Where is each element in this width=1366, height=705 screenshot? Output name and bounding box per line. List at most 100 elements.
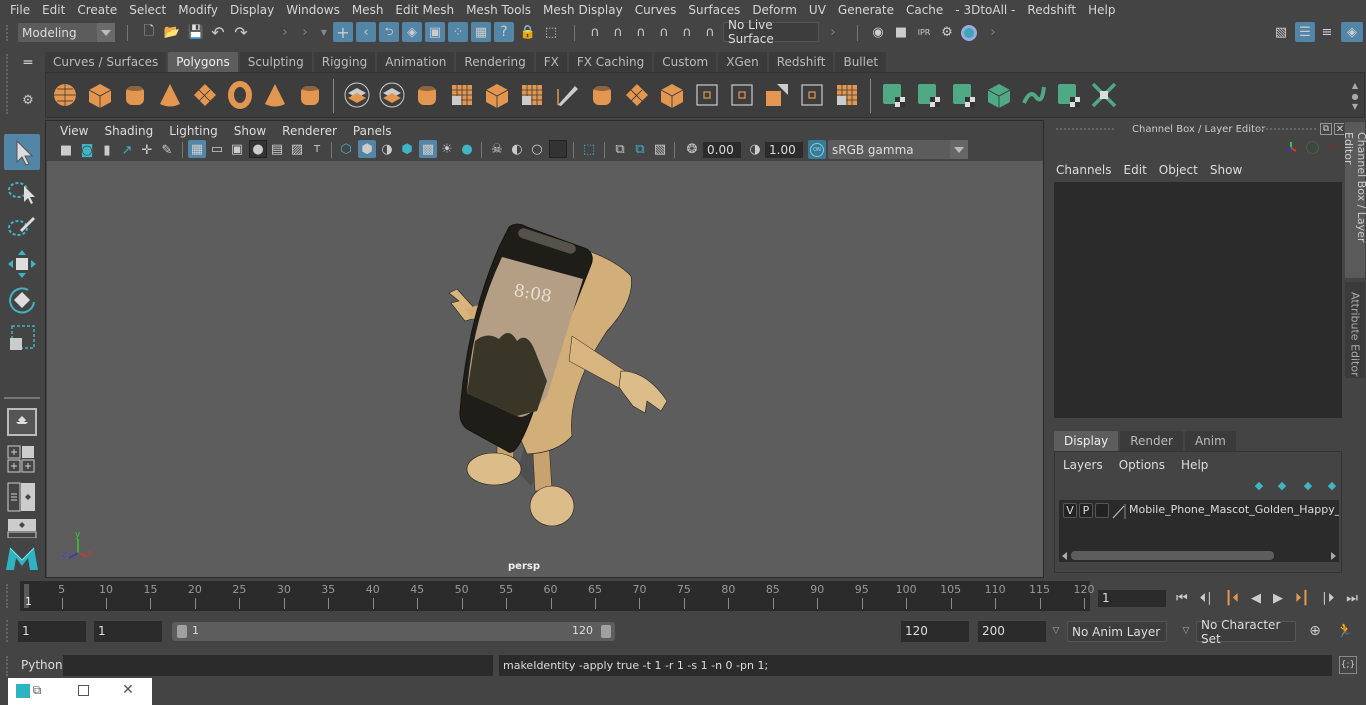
maximize-icon[interactable]: [78, 685, 89, 696]
layer-tab-display[interactable]: Display: [1054, 431, 1119, 451]
poly-cube-icon[interactable]: [86, 81, 114, 109]
poly-pyramid-icon[interactable]: [261, 81, 289, 109]
menu-modify[interactable]: Modify: [172, 3, 224, 17]
step-back-key-icon[interactable]: ┃⏴: [1225, 591, 1239, 606]
menu-select[interactable]: Select: [123, 3, 172, 17]
collapse-arrow-icon[interactable]: ›: [828, 23, 838, 42]
default-material-icon[interactable]: ◑: [379, 141, 395, 157]
step-back-frame-icon[interactable]: ⏴∣: [1200, 591, 1213, 606]
render-settings-icon[interactable]: ⚙: [938, 23, 956, 42]
menu-deform[interactable]: Deform: [746, 3, 803, 17]
unfold-uv-icon[interactable]: [1090, 81, 1118, 109]
reduce-icon[interactable]: [518, 81, 546, 109]
channel-box-menu-object[interactable]: Object: [1159, 163, 1210, 177]
field-chart-icon[interactable]: ▤: [269, 141, 285, 157]
outliner-persp-layout-button[interactable]: [7, 482, 37, 512]
snap-live-icon[interactable]: ⁘: [448, 22, 468, 42]
scroll-up-icon[interactable]: ▲: [1352, 81, 1358, 90]
collapse-arrow-icon[interactable]: ›: [280, 23, 290, 42]
go-to-start-icon[interactable]: ⏮: [1176, 591, 1188, 606]
play-forwards-icon[interactable]: ▶: [1273, 591, 1283, 606]
channel-box-toggle-icon[interactable]: ◈: [1341, 22, 1363, 42]
cylindrical-mapping-icon[interactable]: [915, 81, 943, 109]
menu-display[interactable]: Display: [224, 3, 280, 17]
tool-settings-toggle-icon[interactable]: ≡: [1318, 23, 1336, 42]
poly-sphere-icon[interactable]: [51, 81, 79, 109]
uv-editor-icon[interactable]: [1020, 81, 1048, 109]
character-set-dropdown-arrow-icon[interactable]: ▽: [1180, 624, 1192, 638]
live-surface-field[interactable]: No Live Surface: [723, 18, 819, 46]
move-tool[interactable]: [4, 246, 40, 282]
separate-icon[interactable]: [378, 81, 406, 109]
layer-visibility-toggle[interactable]: V: [1063, 503, 1077, 518]
hide-attributes-icon[interactable]: ↗: [1324, 140, 1338, 155]
spherical-mapping-icon[interactable]: [950, 81, 978, 109]
layer-menu-help[interactable]: Help: [1181, 458, 1224, 472]
step-forward-frame-icon[interactable]: ∣⏵: [1321, 591, 1334, 606]
textured-icon[interactable]: ▩: [419, 140, 437, 158]
safe-action-icon[interactable]: ▨: [289, 141, 305, 157]
layer-color-icon[interactable]: [1112, 503, 1126, 519]
range-slider[interactable]: 1 120: [172, 622, 615, 641]
merge-to-center-icon[interactable]: [833, 81, 861, 109]
shelf-tab-redshift[interactable]: Redshift: [768, 52, 835, 72]
manipulator-axis-icon[interactable]: [1284, 140, 1298, 154]
script-language-toggle[interactable]: Python: [21, 658, 63, 672]
script-editor-icon[interactable]: {;}: [1339, 656, 1357, 674]
poly-cylinder-icon[interactable]: [121, 81, 149, 109]
shelf-tab-curves-surfaces[interactable]: Curves / Surfaces: [45, 52, 168, 72]
collapse-arrow-icon[interactable]: ›: [988, 23, 998, 42]
screen-space-ao-icon[interactable]: ☠: [489, 141, 505, 157]
menu-create[interactable]: Create: [71, 3, 123, 17]
new-layer-from-selection-icon[interactable]: ◆: [1324, 478, 1340, 492]
undo-icon[interactable]: ↶: [209, 23, 227, 42]
drag-handle[interactable]: [1258, 128, 1316, 130]
xray-components-icon[interactable]: ▧: [652, 141, 668, 157]
shelf-menu-icon[interactable]: ═: [20, 55, 36, 71]
rotate-tool[interactable]: [4, 282, 40, 318]
mirror-icon[interactable]: [413, 81, 441, 109]
append-to-polygon-icon[interactable]: [728, 81, 756, 109]
grease-pencil-icon[interactable]: ✎: [159, 142, 175, 158]
exposure-field[interactable]: 0.00: [703, 142, 741, 158]
bookmark-icon[interactable]: ▮: [99, 142, 115, 158]
current-frame-field[interactable]: 1: [1098, 590, 1166, 607]
lasso-tool[interactable]: [4, 174, 40, 210]
poly-plane-icon[interactable]: [191, 81, 219, 109]
select-by-component-icon[interactable]: ‹: [356, 22, 376, 42]
isolate-select-icon[interactable]: ⬚: [581, 141, 597, 157]
planar-mapping-icon[interactable]: [880, 81, 908, 109]
shelf-settings-gear-icon[interactable]: ⚙: [20, 92, 36, 108]
single-perspective-layout-button[interactable]: [7, 408, 37, 436]
layer-menu-options[interactable]: Options: [1119, 458, 1181, 472]
hypershade-icon[interactable]: [961, 25, 977, 41]
magnet-snap-surface-icon[interactable]: ∩: [678, 23, 696, 42]
dropdown-arrow-icon[interactable]: ▼: [320, 23, 328, 42]
playback-end-field[interactable]: 120: [901, 621, 969, 642]
shelf-tab-custom[interactable]: Custom: [654, 52, 718, 72]
camera-attributes-icon[interactable]: ◙: [79, 142, 95, 158]
menu-mesh[interactable]: Mesh: [346, 3, 390, 17]
shelf-tab-fx-caching[interactable]: FX Caching: [568, 52, 654, 72]
command-input[interactable]: [63, 655, 493, 676]
render-sequence-icon[interactable]: ■: [892, 23, 910, 42]
automatic-mapping-icon[interactable]: [985, 81, 1013, 109]
xray-icon[interactable]: ⧉: [612, 141, 628, 157]
insert-edge-loop-icon[interactable]: [693, 81, 721, 109]
playback-start-field[interactable]: 1: [94, 621, 162, 642]
menu-edit[interactable]: Edit: [36, 3, 71, 17]
scroll-left-icon[interactable]: [1062, 552, 1067, 560]
anti-aliasing-icon[interactable]: ○: [529, 141, 545, 157]
shelf-tab-animation[interactable]: Animation: [377, 52, 456, 72]
auto-key-icon[interactable]: ⊕: [1306, 622, 1324, 640]
redo-icon[interactable]: ↷: [232, 23, 250, 42]
menu-windows[interactable]: Windows: [280, 3, 346, 17]
magnet-snap-grid-icon[interactable]: ∩: [586, 23, 604, 42]
bevel-icon[interactable]: [658, 81, 686, 109]
shelf-tab-fx[interactable]: FX: [535, 52, 568, 72]
image-plane-icon[interactable]: ↗: [119, 142, 135, 158]
restore-icon[interactable]: ⧉: [30, 683, 44, 697]
layer-name[interactable]: Mobile_Phone_Mascot_Golden_Happy_Po: [1129, 503, 1339, 516]
film-gate-icon[interactable]: ▭: [209, 141, 225, 157]
channel-box-menu-channels[interactable]: Channels: [1056, 163, 1124, 177]
